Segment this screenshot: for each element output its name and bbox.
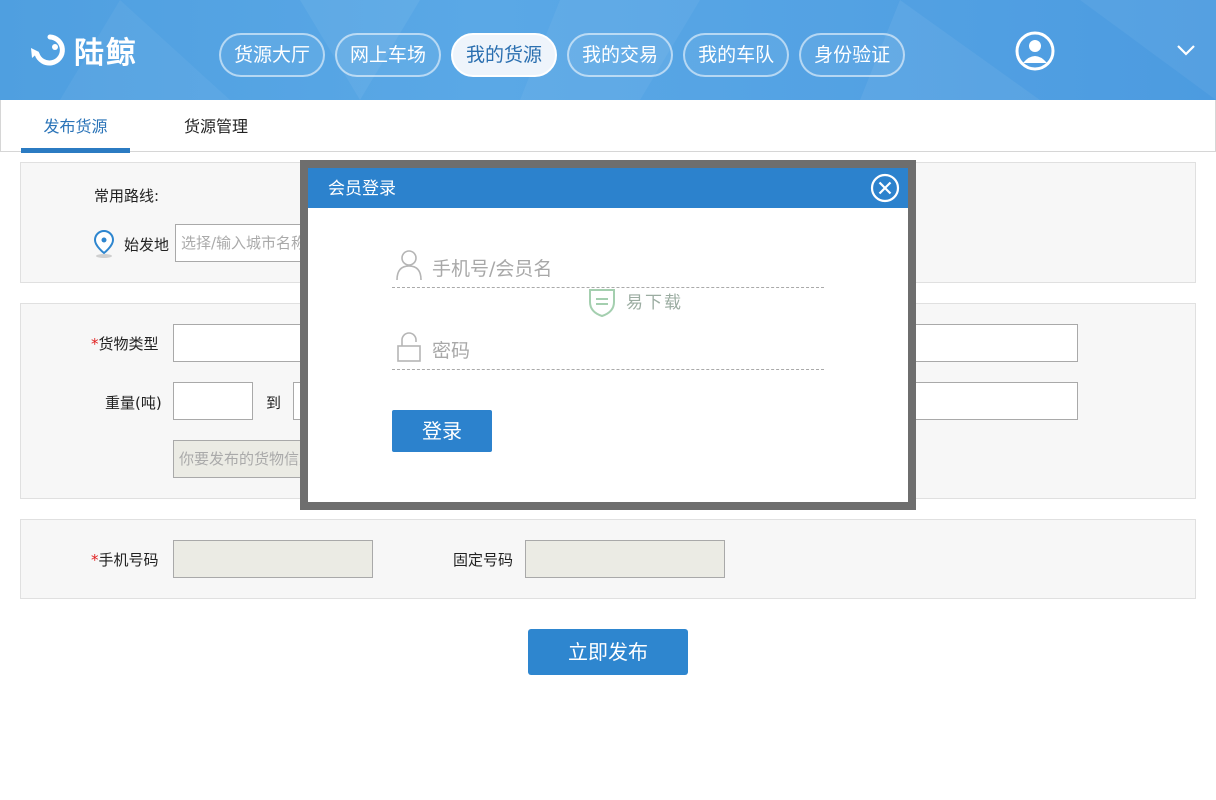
nav-item-my-cargo[interactable]: 我的货源 bbox=[451, 33, 558, 77]
brand-name: 陆鲸 bbox=[74, 36, 138, 71]
whale-logo-icon bbox=[28, 32, 72, 68]
contact-panel: *手机号码 固定号码 bbox=[20, 519, 1196, 599]
common-routes-label: 常用路线: bbox=[94, 187, 160, 205]
top-header: 陆鲸 货源大厅 网上车场 我的货源 我的交易 我的车队 身份验证 bbox=[0, 0, 1216, 100]
weight-label: 重量(吨) bbox=[105, 394, 162, 412]
weight-min-input[interactable] bbox=[173, 382, 253, 420]
location-pin-icon bbox=[92, 229, 116, 259]
user-icon bbox=[394, 248, 424, 282]
goods-description-input[interactable]: 你要发布的货物信息 bbox=[173, 440, 313, 478]
watermark-shield-icon bbox=[586, 286, 618, 318]
nav-item-identity-verification[interactable]: 身份验证 bbox=[799, 33, 906, 77]
login-modal: 会员登录 手机号/会员名 密码 登录 bbox=[308, 168, 908, 502]
nav-item-my-trades[interactable]: 我的交易 bbox=[567, 33, 674, 77]
watermark: 易下载 bbox=[586, 286, 696, 320]
origin-label: 始发地 bbox=[124, 236, 170, 254]
mobile-input[interactable] bbox=[173, 540, 373, 578]
tab-cargo-management[interactable]: 货源管理 bbox=[161, 100, 271, 152]
required-mark: * bbox=[91, 335, 99, 353]
goods-type-label: *货物类型 bbox=[91, 333, 159, 354]
landline-input[interactable] bbox=[525, 540, 725, 578]
lock-icon bbox=[394, 330, 424, 364]
username-placeholder: 手机号/会员名 bbox=[432, 258, 553, 280]
nav-item-online-truck-yard[interactable]: 网上车场 bbox=[335, 33, 442, 77]
login-modal-title: 会员登录 bbox=[308, 168, 908, 208]
tab-publish-cargo[interactable]: 发布货源 bbox=[21, 100, 130, 153]
sub-tabs: 发布货源 货源管理 bbox=[0, 100, 1216, 153]
brand-logo[interactable]: 陆鲸 bbox=[28, 30, 138, 71]
mobile-label: *手机号码 bbox=[91, 549, 159, 570]
username-field[interactable]: 手机号/会员名 bbox=[392, 248, 824, 288]
user-avatar-icon[interactable] bbox=[1015, 31, 1055, 71]
watermark-text: 易下载 bbox=[626, 293, 683, 313]
goods-type-secondary-input[interactable] bbox=[901, 324, 1078, 362]
goods-type-label-text: 货物类型 bbox=[98, 335, 159, 353]
password-field[interactable]: 密码 bbox=[392, 330, 824, 370]
nav-item-my-fleet[interactable]: 我的车队 bbox=[683, 33, 790, 77]
required-mark: * bbox=[91, 551, 99, 569]
weight-to-label: 到 bbox=[266, 394, 282, 412]
nav-item-cargo-hall[interactable]: 货源大厅 bbox=[219, 33, 326, 77]
main-nav: 货源大厅 网上车场 我的货源 我的交易 我的车队 身份验证 bbox=[219, 33, 906, 77]
landline-label: 固定号码 bbox=[453, 551, 514, 569]
password-placeholder: 密码 bbox=[432, 340, 471, 362]
origin-input[interactable]: 选择/输入城市名称 bbox=[175, 224, 315, 262]
publish-button[interactable]: 立即发布 bbox=[528, 629, 688, 675]
mobile-label-text: 手机号码 bbox=[98, 551, 159, 569]
chevron-down-icon[interactable] bbox=[1176, 42, 1196, 56]
volume-input[interactable] bbox=[901, 382, 1078, 420]
goods-type-input[interactable] bbox=[173, 324, 313, 362]
close-icon[interactable] bbox=[870, 173, 900, 203]
login-button[interactable]: 登录 bbox=[392, 410, 492, 452]
